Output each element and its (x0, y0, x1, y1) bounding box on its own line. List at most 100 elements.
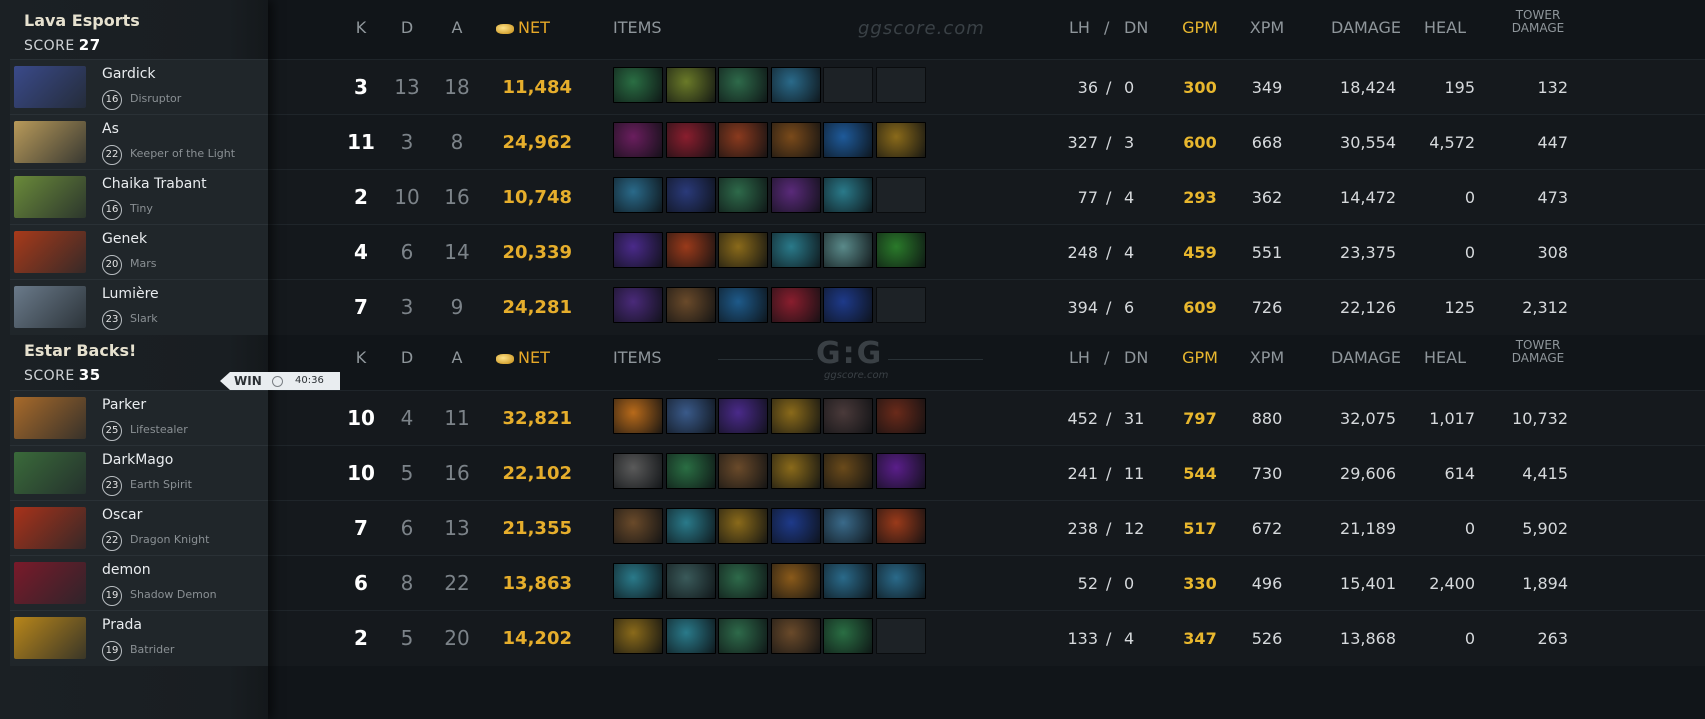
item-slot[interactable] (665, 453, 716, 489)
team-name: Estar Backs! (24, 341, 137, 360)
item-slot[interactable] (875, 618, 926, 654)
item-slot[interactable] (770, 618, 821, 654)
item-slot[interactable] (718, 563, 768, 599)
header-last-hits: LH (1069, 18, 1090, 37)
header-deaths: D (400, 18, 414, 37)
item-slot[interactable] (718, 508, 768, 544)
item-slot[interactable] (770, 508, 821, 544)
item-slot[interactable] (665, 232, 716, 268)
item-slot[interactable] (875, 563, 926, 599)
watermark-line-right (888, 359, 983, 360)
player-card[interactable]: Prada 19 Batrider (10, 610, 268, 666)
item-slot[interactable] (613, 453, 663, 489)
player-card[interactable]: Lumière 23 Slark (10, 279, 268, 335)
team-header: Lava Esports SCORE 27 (0, 0, 268, 60)
hero-level-badge: 20 (102, 255, 122, 275)
item-slot[interactable] (823, 287, 873, 323)
item-slot[interactable] (718, 232, 768, 268)
hero-name: Mars (130, 257, 157, 270)
player-card[interactable]: Gardick 16 Disruptor (10, 59, 268, 115)
item-slot[interactable] (770, 453, 821, 489)
item-slot[interactable] (613, 563, 663, 599)
player-card[interactable]: Chaika Trabant 16 Tiny (10, 169, 268, 225)
item-slot[interactable] (770, 563, 821, 599)
player-name: Genek (102, 231, 148, 247)
kills: 10 (347, 461, 375, 485)
player-card[interactable]: As 22 Keeper of the Light (10, 114, 268, 170)
item-slot[interactable] (613, 232, 663, 268)
item-slot[interactable] (875, 177, 926, 213)
item-slot[interactable] (613, 508, 663, 544)
item-slot[interactable] (665, 122, 716, 158)
hero-healing: 0 (1464, 243, 1475, 262)
networth: 32,821 (502, 408, 572, 429)
item-slot[interactable] (613, 122, 663, 158)
item-slot[interactable] (770, 398, 821, 434)
hero-level-badge: 25 (102, 421, 122, 441)
hero-healing: 0 (1464, 519, 1475, 538)
player-stats-row: 3 13 18 11,484 36 / 0 300 349 18,424 195 132 (268, 59, 1705, 115)
deaths: 5 (400, 461, 414, 485)
item-slot[interactable] (823, 508, 873, 544)
player-stats-row: 7 3 9 24,281 394 / 6 609 726 22,126 125 2,312 (268, 279, 1705, 335)
player-card[interactable]: DarkMago 23 Earth Spirit (10, 445, 268, 501)
item-slot[interactable] (823, 618, 873, 654)
item-slot[interactable] (770, 122, 821, 158)
item-slot[interactable] (613, 287, 663, 323)
item-slot[interactable] (718, 67, 768, 103)
item-slot[interactable] (665, 618, 716, 654)
hero-name: Earth Spirit (130, 478, 192, 491)
item-slot[interactable] (823, 232, 873, 268)
lh-dn-separator: / (1106, 409, 1112, 428)
item-slot[interactable] (665, 563, 716, 599)
item-slot[interactable] (823, 398, 873, 434)
hero-healing: 0 (1464, 188, 1475, 207)
player-stats-row: 11 3 8 24,962 327 / 3 600 668 30,554 4,572 447 (268, 114, 1705, 170)
item-slot[interactable] (718, 398, 768, 434)
xpm: 726 (1251, 298, 1283, 317)
scoreboard: Lava Esports SCORE 27 Gardick 16 Disruptor As 2… (0, 0, 1705, 719)
item-slot[interactable] (823, 453, 873, 489)
item-slot[interactable] (665, 398, 716, 434)
player-name: Prada (102, 617, 142, 633)
item-slot[interactable] (823, 67, 873, 103)
item-slot[interactable] (613, 618, 663, 654)
item-slot[interactable] (718, 453, 768, 489)
item-slot[interactable] (665, 67, 716, 103)
xpm: 672 (1251, 519, 1283, 538)
item-slot[interactable] (718, 177, 768, 213)
header-networth: NET (496, 348, 550, 367)
item-slot[interactable] (875, 232, 926, 268)
item-slot[interactable] (823, 122, 873, 158)
item-slot[interactable] (770, 67, 821, 103)
item-slot[interactable] (718, 618, 768, 654)
item-slot[interactable] (875, 508, 926, 544)
item-slot[interactable] (770, 232, 821, 268)
assists: 14 (444, 240, 470, 264)
player-name: demon (102, 562, 151, 578)
gpm: 459 (1183, 243, 1217, 262)
item-slot[interactable] (823, 563, 873, 599)
xpm: 526 (1251, 629, 1283, 648)
item-slot[interactable] (875, 122, 926, 158)
item-slot[interactable] (665, 287, 716, 323)
item-slot[interactable] (875, 398, 926, 434)
item-slot[interactable] (613, 177, 663, 213)
item-slot[interactable] (665, 177, 716, 213)
item-slot[interactable] (718, 287, 768, 323)
item-slot[interactable] (613, 67, 663, 103)
player-card[interactable]: Oscar 22 Dragon Knight (10, 500, 268, 556)
item-slot[interactable] (875, 287, 926, 323)
item-slot[interactable] (613, 398, 663, 434)
item-slot[interactable] (875, 67, 926, 103)
item-slot[interactable] (770, 287, 821, 323)
item-slot[interactable] (770, 177, 821, 213)
item-slot[interactable] (823, 177, 873, 213)
item-slot[interactable] (665, 508, 716, 544)
item-slot[interactable] (875, 453, 926, 489)
player-card[interactable]: Parker 25 Lifestealer (10, 390, 268, 446)
xpm: 668 (1251, 133, 1283, 152)
item-slot[interactable] (718, 122, 768, 158)
player-card[interactable]: demon 19 Shadow Demon (10, 555, 268, 611)
player-card[interactable]: Genek 20 Mars (10, 224, 268, 280)
